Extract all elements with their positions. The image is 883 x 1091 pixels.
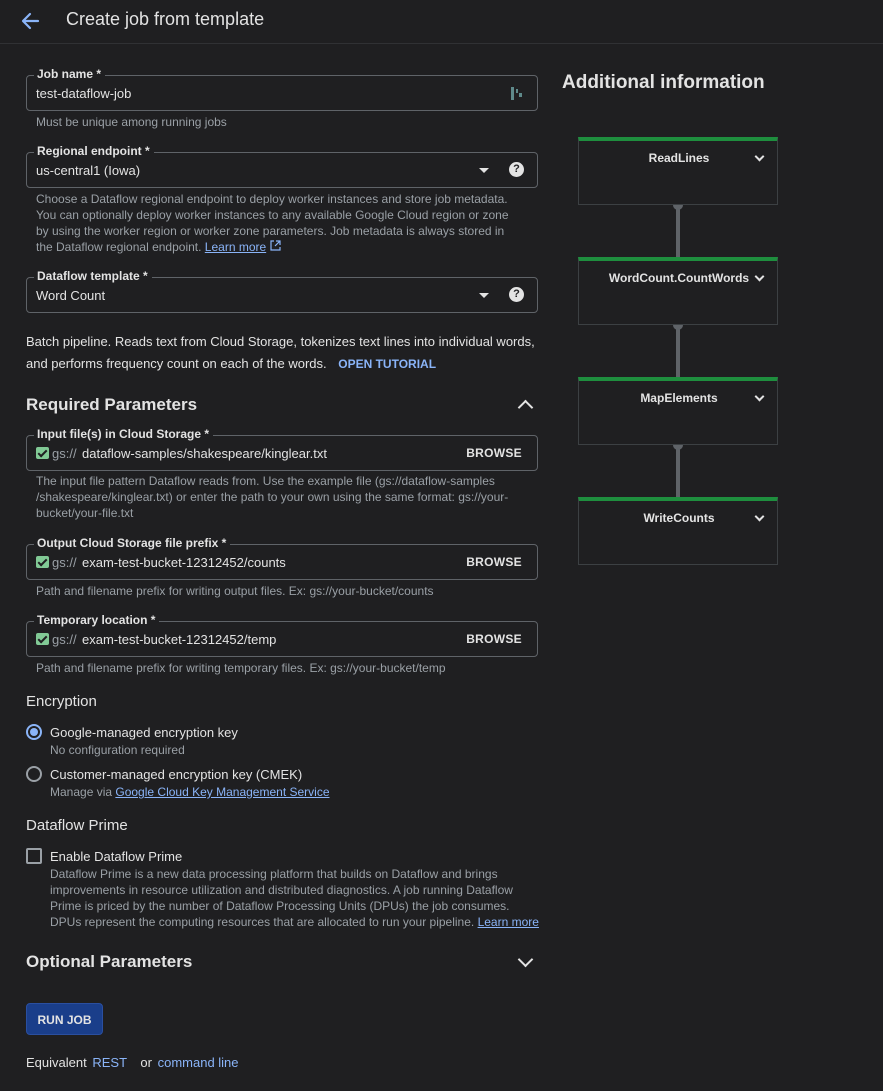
job-name-field[interactable]: Job name * test-dataflow-job bbox=[26, 67, 538, 111]
regional-endpoint-value: us-central1 (Iowa) bbox=[36, 163, 141, 178]
external-link-icon[interactable] bbox=[269, 240, 281, 254]
helper-line: by using the worker region or worker zon… bbox=[36, 224, 505, 238]
learn-more-link[interactable]: Learn more bbox=[205, 240, 266, 254]
cmek-label: Customer-managed encryption key (CMEK) bbox=[50, 767, 303, 782]
required-parameters-heading: Required Parameters bbox=[26, 395, 198, 414]
node-label: MapElements bbox=[640, 391, 718, 405]
browse-button[interactable]: BROWSE bbox=[466, 632, 522, 646]
google-managed-key-radio[interactable] bbox=[26, 724, 42, 740]
description-line: Batch pipeline. Reads text from Cloud St… bbox=[26, 334, 535, 349]
input-file-input[interactable]: dataflow-samples/shakespeare/kinglear.tx… bbox=[82, 446, 327, 461]
enable-prime-checkbox[interactable] bbox=[26, 848, 42, 864]
help-icon[interactable]: ? bbox=[509, 287, 524, 302]
output-prefix-label: Output Cloud Storage file prefix * bbox=[34, 536, 231, 550]
job-name-helper: Must be unique among running jobs bbox=[36, 115, 227, 129]
google-managed-key-label: Google-managed encryption key bbox=[50, 725, 238, 740]
graph-edge-connector bbox=[673, 325, 683, 330]
desc-line: DPUs represent the computing resources t… bbox=[50, 915, 475, 929]
input-file-label: Input file(s) in Cloud Storage * bbox=[34, 427, 213, 441]
rest-link[interactable]: REST bbox=[92, 1055, 126, 1070]
gs-prefix: gs:// bbox=[52, 446, 77, 461]
browse-button[interactable]: BROWSE bbox=[466, 555, 522, 569]
optional-parameters-heading: Optional Parameters bbox=[26, 952, 193, 971]
equivalent-label: Equivalent bbox=[26, 1055, 87, 1070]
dropdown-caret-icon bbox=[479, 168, 489, 173]
graph-node-readlines[interactable]: ReadLines bbox=[578, 137, 778, 205]
helper-line: the Dataflow regional endpoint. bbox=[36, 240, 202, 254]
output-prefix-helper: Path and filename prefix for writing out… bbox=[36, 584, 434, 598]
open-tutorial-button[interactable]: OPEN TUTORIAL bbox=[338, 357, 436, 371]
output-prefix-input[interactable]: exam-test-bucket-12312452/counts bbox=[82, 555, 286, 570]
cmek-desc-prefix: Manage via bbox=[50, 785, 116, 799]
graph-edge bbox=[676, 445, 680, 500]
additional-info-heading: Additional information bbox=[562, 72, 765, 93]
graph-node-mapelements[interactable]: MapElements bbox=[578, 377, 778, 445]
field-assist-icon[interactable] bbox=[511, 86, 523, 104]
regional-endpoint-helper: Choose a Dataflow regional endpoint to d… bbox=[36, 191, 509, 255]
helper-line: The input file pattern Dataflow reads fr… bbox=[36, 474, 495, 488]
kms-link[interactable]: Google Cloud Key Management Service bbox=[115, 785, 329, 799]
regional-endpoint-select[interactable]: Regional endpoint * us-central1 (Iowa) ? bbox=[26, 144, 538, 188]
collapse-chevron-icon[interactable] bbox=[517, 399, 534, 416]
helper-line: You can optionally deploy worker instanc… bbox=[36, 208, 509, 222]
gs-prefix: gs:// bbox=[52, 632, 77, 647]
command-line-link[interactable]: command line bbox=[158, 1055, 239, 1070]
desc-line: Prime is priced by the number of Dataflo… bbox=[50, 899, 510, 913]
expand-chevron-icon[interactable] bbox=[517, 951, 534, 968]
learn-more-link[interactable]: Learn more bbox=[478, 915, 539, 929]
enable-prime-label: Enable Dataflow Prime bbox=[50, 849, 183, 864]
valid-check-icon bbox=[36, 633, 49, 645]
dataflow-template-label: Dataflow template * bbox=[34, 269, 152, 283]
valid-check-icon bbox=[36, 556, 49, 568]
temp-location-input[interactable]: exam-test-bucket-12312452/temp bbox=[82, 632, 276, 647]
dataflow-template-select[interactable]: Dataflow template * Word Count ? bbox=[26, 269, 538, 313]
graph-edge bbox=[676, 205, 680, 260]
temp-location-field[interactable]: Temporary location * gs:// exam-test-buc… bbox=[26, 613, 538, 657]
google-managed-key-desc: No configuration required bbox=[50, 743, 185, 757]
graph-node-countwords[interactable]: WordCount.CountWords bbox=[578, 257, 778, 325]
temp-location-helper: Path and filename prefix for writing tem… bbox=[36, 661, 446, 675]
encryption-heading: Encryption bbox=[26, 693, 97, 710]
temp-location-label: Temporary location * bbox=[34, 613, 160, 627]
cmek-radio[interactable] bbox=[26, 766, 42, 782]
node-label: WriteCounts bbox=[643, 511, 715, 525]
input-file-field[interactable]: Input file(s) in Cloud Storage * gs:// d… bbox=[26, 427, 538, 471]
run-job-button[interactable]: RUN JOB bbox=[26, 1003, 103, 1035]
graph-edge-connector bbox=[673, 445, 683, 450]
job-name-input[interactable]: test-dataflow-job bbox=[36, 86, 131, 101]
helper-line: /shakespeare/kinglear.txt) or enter the … bbox=[36, 490, 509, 504]
desc-line: Dataflow Prime is a new data processing … bbox=[50, 867, 498, 881]
dataflow-template-value: Word Count bbox=[36, 288, 106, 303]
node-label: WordCount.CountWords bbox=[608, 271, 750, 285]
or-text: or bbox=[140, 1055, 152, 1070]
prime-description: Dataflow Prime is a new data processing … bbox=[50, 866, 539, 930]
description-line: and performs frequency count on each of … bbox=[26, 356, 327, 371]
graph-node-writecounts[interactable]: WriteCounts bbox=[578, 497, 778, 565]
input-file-helper: The input file pattern Dataflow reads fr… bbox=[36, 473, 508, 521]
valid-check-icon bbox=[36, 447, 49, 459]
output-prefix-field[interactable]: Output Cloud Storage file prefix * gs://… bbox=[26, 536, 538, 580]
cmek-desc: Manage via Google Cloud Key Management S… bbox=[50, 785, 330, 799]
helper-line: Choose a Dataflow regional endpoint to d… bbox=[36, 192, 508, 206]
back-arrow-icon[interactable] bbox=[18, 8, 44, 34]
template-description: Batch pipeline. Reads text from Cloud St… bbox=[26, 331, 535, 375]
top-bar: Create job from template bbox=[0, 0, 883, 44]
graph-edge bbox=[676, 325, 680, 380]
node-label: ReadLines bbox=[648, 151, 710, 165]
browse-button[interactable]: BROWSE bbox=[466, 446, 522, 460]
job-name-label: Job name * bbox=[34, 67, 106, 81]
dropdown-caret-icon bbox=[479, 293, 489, 298]
help-icon[interactable]: ? bbox=[509, 162, 524, 177]
helper-line: bucket/your-file.txt bbox=[36, 506, 134, 520]
desc-line: improvements in resource utilization and… bbox=[50, 883, 513, 897]
regional-endpoint-label: Regional endpoint * bbox=[34, 144, 154, 158]
graph-edge-connector bbox=[673, 205, 683, 210]
equivalent-footer: Equivalent REST or command line bbox=[26, 1055, 239, 1070]
dataflow-prime-heading: Dataflow Prime bbox=[26, 817, 128, 834]
gs-prefix: gs:// bbox=[52, 555, 77, 570]
page-title: Create job from template bbox=[66, 9, 265, 29]
